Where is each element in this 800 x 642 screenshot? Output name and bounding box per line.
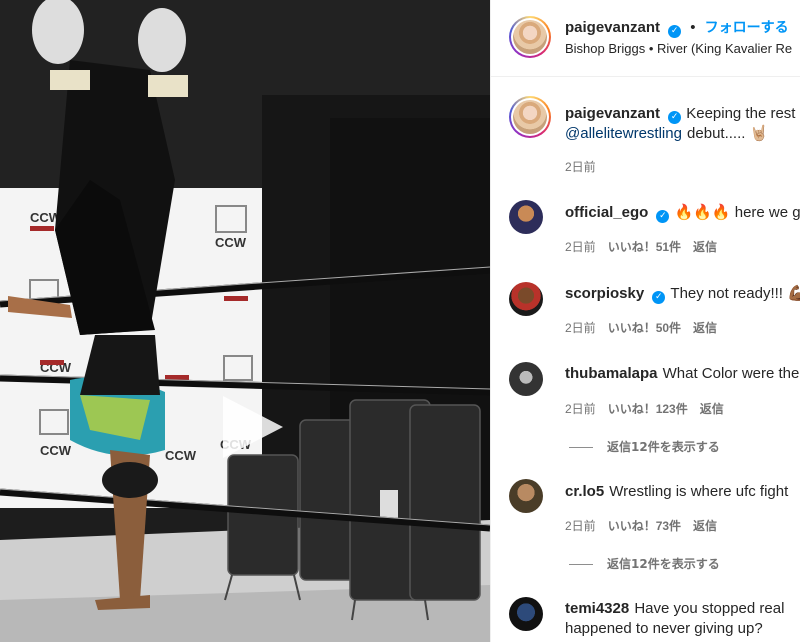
- comment-username[interactable]: scorpiosky: [565, 285, 644, 302]
- comment-username[interactable]: temi4328: [565, 600, 629, 617]
- comment-text: Wrestling is where ufc fight: [609, 483, 789, 500]
- view-replies-label: 返信12件を表示する: [607, 440, 720, 454]
- post-video[interactable]: CCWCCW CCWCCW CCWCCW CCW: [0, 0, 490, 642]
- comment-meta: 2日前 いいね！123件 返信: [565, 400, 724, 417]
- caption-mention-link[interactable]: @allelitewrestling: [565, 125, 682, 142]
- reply-button[interactable]: 返信: [693, 321, 717, 335]
- audio-artist: Bishop Briggs: [565, 41, 646, 56]
- svg-text:CCW: CCW: [165, 448, 197, 463]
- comment-likes[interactable]: いいね！73件: [608, 519, 681, 533]
- view-replies-label: 返信12件を表示する: [607, 557, 720, 571]
- separator: •: [690, 19, 696, 36]
- audio-title: River (King Kavalier Re: [657, 41, 793, 56]
- comment-time[interactable]: 2日前: [565, 240, 596, 254]
- verified-badge-icon: ✓: [656, 210, 670, 223]
- video-frame: CCWCCW CCWCCW CCWCCW CCW: [0, 0, 490, 642]
- comment-username[interactable]: official_ego: [565, 204, 648, 221]
- comment-text: 🔥🔥🔥 here we go: [674, 204, 800, 221]
- reply-button[interactable]: 返信: [693, 240, 717, 254]
- comment-row: thubamalapa What Color were the: [565, 363, 799, 382]
- comment-row: temi4328 Have you stopped real: [565, 598, 784, 617]
- comment-avatar[interactable]: [509, 479, 543, 513]
- view-replies-button[interactable]: 返信12件を表示する: [569, 555, 720, 572]
- post-sidebar: paigevanzant ✓ • フォローする Bishop Briggs • …: [490, 0, 800, 642]
- comment-meta: 2日前 いいね！51件 返信: [565, 238, 717, 255]
- reply-button[interactable]: 返信: [693, 519, 717, 533]
- reply-button[interactable]: 返信: [700, 402, 724, 416]
- comment-text: They not ready!!! 💪🏾: [670, 285, 800, 302]
- comment-meta: 2日前 いいね！50件 返信: [565, 319, 717, 336]
- replies-divider: [569, 447, 593, 448]
- caption-text-2: debut..... 🤘🏼: [687, 125, 769, 142]
- comment-meta: 2日前 いいね！73件 返信: [565, 517, 717, 534]
- comment-avatar[interactable]: [509, 200, 543, 234]
- comment-likes[interactable]: いいね！123件: [608, 402, 688, 416]
- author-username[interactable]: paigevanzant: [565, 19, 660, 36]
- comment-row: scorpiosky ✓ They not ready!!! 💪🏾: [565, 283, 800, 304]
- svg-text:CCW: CCW: [215, 235, 247, 250]
- caption-time[interactable]: 2日前: [565, 158, 596, 175]
- verified-badge-icon: ✓: [668, 25, 682, 38]
- comment-row: official_ego ✓ 🔥🔥🔥 here we go: [565, 202, 800, 223]
- comment-username[interactable]: thubamalapa: [565, 365, 658, 382]
- caption-username[interactable]: paigevanzant: [565, 105, 660, 122]
- caption-text: Keeping the rest: [686, 105, 796, 122]
- comment-text: Have you stopped real: [634, 600, 785, 617]
- caption: paigevanzant ✓ Keeping the rest: [565, 103, 800, 124]
- post-header: paigevanzant ✓ • フォローする Bishop Briggs • …: [491, 0, 800, 77]
- comment-time[interactable]: 2日前: [565, 519, 596, 533]
- follow-button[interactable]: フォローする: [705, 20, 789, 36]
- author-avatar[interactable]: [509, 16, 551, 58]
- comment-avatar[interactable]: [509, 282, 543, 316]
- play-icon[interactable]: [219, 394, 285, 460]
- comment-time[interactable]: 2日前: [565, 402, 596, 416]
- separator-dot: •: [648, 41, 654, 56]
- comment-text: What Color were the: [662, 365, 800, 382]
- comment-likes[interactable]: いいね！50件: [608, 321, 681, 335]
- svg-text:CCW: CCW: [40, 443, 72, 458]
- comment-username[interactable]: cr.lo5: [565, 483, 604, 500]
- caption-avatar[interactable]: [509, 96, 551, 138]
- verified-badge-icon: ✓: [652, 291, 666, 304]
- replies-divider: [569, 564, 593, 565]
- comment-avatar[interactable]: [509, 597, 543, 631]
- comment-avatar[interactable]: [509, 362, 543, 396]
- audio-info[interactable]: Bishop Briggs • River (King Kavalier Re: [565, 41, 792, 56]
- comment-time[interactable]: 2日前: [565, 321, 596, 335]
- comment-text-2: happened to never giving up?: [565, 620, 763, 637]
- comment-row: cr.lo5 Wrestling is where ufc fight: [565, 481, 788, 500]
- comment-likes[interactable]: いいね！51件: [608, 240, 681, 254]
- view-replies-button[interactable]: 返信12件を表示する: [569, 438, 720, 455]
